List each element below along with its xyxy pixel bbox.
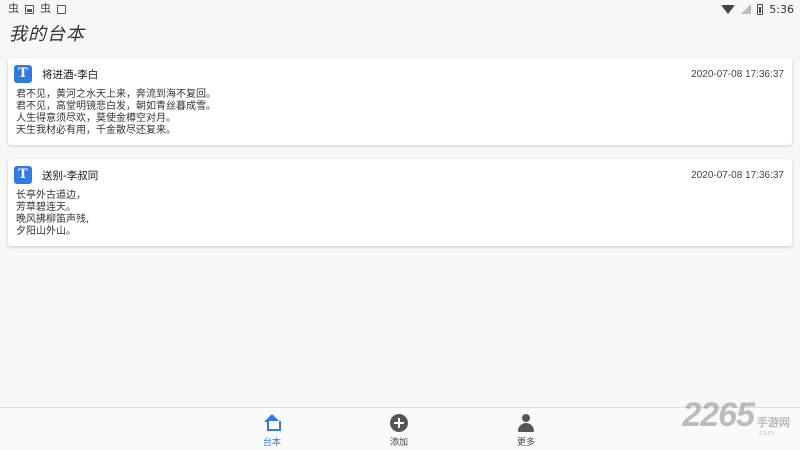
script-line: 人生得意须尽欢，莫使金樽空对月。 [16, 113, 176, 124]
status-right: 5:36 [721, 3, 794, 16]
bottom-nav: 台本 添加 更多 [0, 407, 800, 450]
script-line: 长亭外古道边， [16, 190, 86, 201]
no-signal-icon [741, 4, 752, 14]
script-title: 送别-李叔同 [42, 169, 99, 182]
clock: 5:36 [769, 2, 794, 16]
script-line: 芳草碧连天。 [16, 202, 76, 213]
status-left: 虫 虫 [8, 0, 66, 18]
script-date: 2020-07-08 17:36:37 [691, 169, 784, 181]
script-card[interactable]: T 送别-李叔同 2020-07-08 17:36:37 长亭外古道边， 芳草碧… [8, 159, 792, 246]
bug-icon: 虫 [8, 2, 19, 15]
text-script-icon: T [14, 65, 32, 83]
battery-icon [757, 3, 764, 15]
add-circle-icon [390, 414, 408, 432]
script-card-header: T 将进酒-李白 2020-07-08 17:36:37 [14, 65, 784, 83]
script-line: 君不见，黄河之水天上来，奔流到海不复回。 [16, 89, 216, 100]
font-icon [57, 4, 66, 14]
wifi-icon [721, 4, 736, 14]
nav-item-add[interactable]: 添加 [374, 414, 424, 448]
user-icon [517, 414, 535, 432]
status-bar: 虫 虫 5:36 [0, 0, 800, 18]
image-icon [25, 4, 34, 14]
script-content: 君不见，黄河之水天上来，奔流到海不复回。 君不见，高堂明镜悲白发，朝如青丝暮成雪… [14, 89, 784, 137]
script-content: 长亭外古道边， 芳草碧连天。 晚风拂柳笛声残, 夕阳山外山。 [14, 190, 784, 238]
script-line: 夕阳山外山。 [16, 226, 76, 237]
nav-item-scripts[interactable]: 台本 [247, 414, 297, 448]
bug-icon: 虫 [40, 2, 51, 15]
home-icon [263, 414, 281, 432]
nav-item-more[interactable]: 更多 [501, 414, 551, 448]
script-list: T 将进酒-李白 2020-07-08 17:36:37 君不见，黄河之水天上来… [8, 58, 792, 260]
script-line: 天生我材必有用，千金散尽还复来。 [16, 125, 176, 136]
nav-label: 更多 [516, 438, 535, 448]
page-title: 我的台本 [9, 24, 85, 45]
text-script-icon: T [14, 166, 32, 184]
script-line: 晚风拂柳笛声残, [16, 214, 90, 225]
script-date: 2020-07-08 17:36:37 [691, 68, 784, 80]
script-card-header: T 送别-李叔同 2020-07-08 17:36:37 [14, 166, 784, 184]
script-line: 君不见，高堂明镜悲白发，朝如青丝暮成雪。 [16, 101, 216, 112]
nav-label: 添加 [389, 438, 408, 448]
nav-label: 台本 [262, 438, 281, 448]
script-card[interactable]: T 将进酒-李白 2020-07-08 17:36:37 君不见，黄河之水天上来… [8, 58, 792, 145]
script-title: 将进酒-李白 [42, 68, 99, 81]
